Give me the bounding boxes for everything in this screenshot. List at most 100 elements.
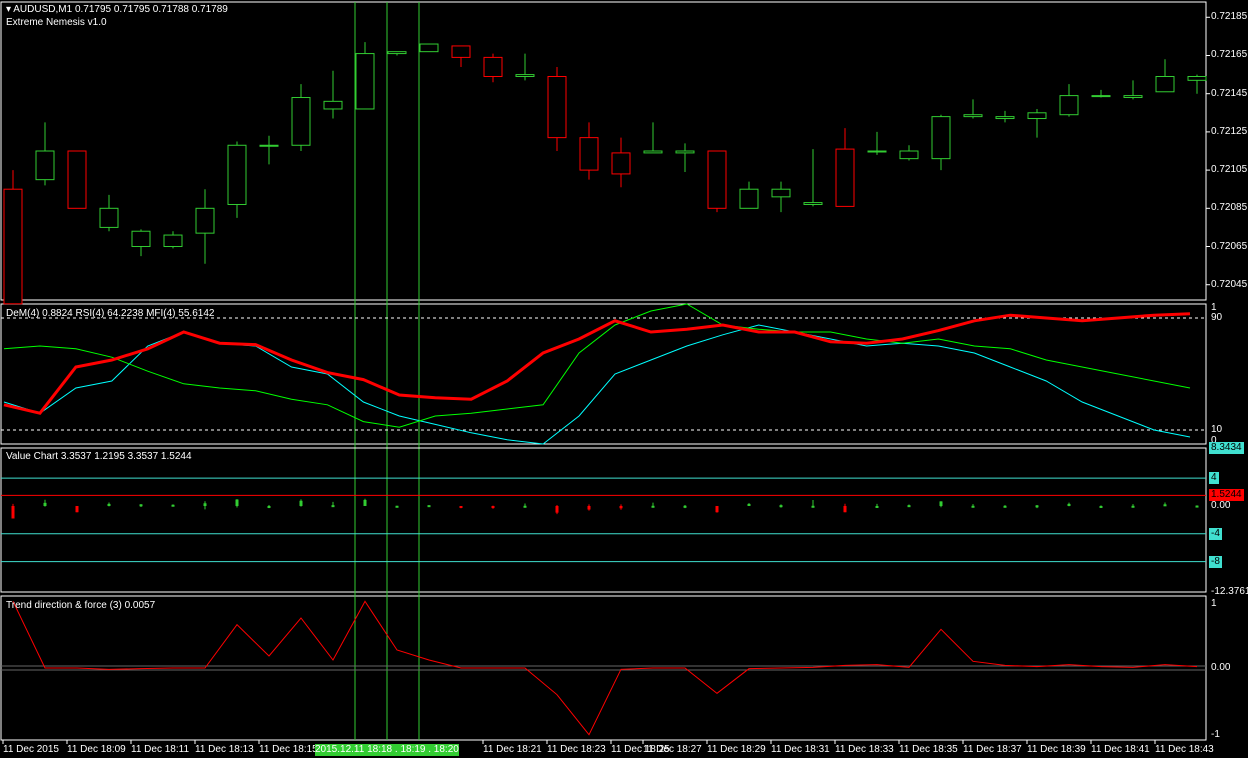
price-tick-label: 0.72065 (1211, 240, 1248, 252)
candle-body (1027, 112, 1047, 120)
candle-body (3, 188, 23, 305)
symbol-title: ▾ AUDUSD,M1 0.71795 0.71795 0.71788 0.71… (6, 4, 228, 16)
candle-body (1123, 95, 1143, 99)
vc-body (427, 505, 431, 508)
candle-body (99, 207, 119, 228)
candle-body (387, 51, 407, 55)
trend-tick-label: 0.00 (1211, 662, 1231, 673)
vc-body (843, 505, 847, 513)
time-label: 11 Dec 18:43 (1155, 744, 1214, 755)
vc-body (587, 505, 591, 510)
price-tick-label: 0.72105 (1211, 164, 1248, 176)
candle-body (1091, 95, 1111, 98)
vc-body (1067, 503, 1071, 506)
price-tick-label: 0.72045 (1211, 278, 1248, 290)
candle-body (547, 76, 567, 139)
candle-body (739, 188, 759, 209)
vc-tick-badge: 4 (1209, 472, 1219, 485)
candle-body (963, 114, 983, 118)
vc-body (907, 505, 911, 508)
time-label: 11 Dec 18:09 (67, 744, 126, 755)
price-tick-label: 0.72125 (1211, 125, 1248, 137)
vc-tick-label: -12.3761 (1211, 586, 1248, 597)
vc-body (939, 501, 943, 506)
candle-body (419, 43, 439, 53)
vc-body (651, 505, 655, 508)
candle-body (867, 150, 887, 153)
time-label: 11 Dec 18:39 (1027, 744, 1086, 755)
vc-body (203, 503, 207, 506)
vc-body (1163, 504, 1167, 507)
vc-body (747, 503, 751, 506)
dem-line (3, 312, 1191, 415)
candle-body (323, 100, 343, 110)
candle-body (643, 150, 663, 154)
dropdown-arrow-icon[interactable]: ▾ (6, 4, 11, 15)
candle-body (1155, 76, 1175, 93)
time-label: 11 Dec 18:13 (195, 744, 254, 755)
candle-body (899, 150, 919, 160)
time-label: 11 Dec 18:31 (771, 744, 830, 755)
vc-body (11, 505, 15, 519)
candle-body (515, 74, 535, 78)
candle-body (1059, 95, 1079, 116)
chart-canvas[interactable] (0, 0, 1248, 758)
oscillator-title: DeM(4) 0.8824 RSI(4) 64.2238 MFI(4) 55.6… (6, 308, 215, 319)
time-cursor-label: 2015.12.11 18:18 . 18:19 . 18:20 (315, 744, 459, 756)
candle-body (227, 144, 247, 205)
vc-body (299, 500, 303, 506)
candle-body (483, 56, 503, 77)
trend-title: Trend direction & force (3) 0.0057 (6, 600, 156, 611)
price-panel (0, 1, 1207, 301)
trend-line (12, 600, 1198, 736)
candle-body (771, 188, 791, 198)
candle-body (835, 148, 855, 207)
candle-body (803, 202, 823, 205)
vc-body (491, 505, 495, 509)
vc-body (523, 505, 527, 508)
candle-body (67, 150, 87, 209)
candle-body (995, 116, 1015, 120)
vc-body (779, 505, 783, 508)
candle-body (163, 234, 183, 248)
candle-body (195, 207, 215, 234)
candle-body (131, 230, 151, 248)
vc-body (619, 505, 623, 509)
vc-body (875, 505, 879, 508)
vc-body (171, 504, 175, 507)
candle-body (675, 150, 695, 154)
candle-body (611, 152, 631, 175)
vc-body (811, 505, 815, 508)
vc-tick-badge: 8.3434 (1209, 442, 1244, 454)
vc-body (555, 505, 559, 513)
rsi-line (3, 303, 1191, 428)
vc-body (395, 505, 399, 508)
osc-tick-label: 10 (1211, 424, 1223, 435)
time-label: 11 Dec 18:41 (1091, 744, 1150, 755)
candle-body (579, 137, 599, 171)
vc-body (235, 499, 239, 506)
trend-tick-label: 1 (1211, 598, 1217, 609)
vc-body (43, 502, 47, 506)
time-label: 11 Dec 2015 (3, 744, 59, 755)
time-label: 11 Dec 18:21 (483, 744, 542, 755)
indicator-name: Extreme Nemesis v1.0 (6, 17, 107, 28)
vc-body (1035, 505, 1039, 508)
candle-body (451, 45, 471, 58)
candle-body (259, 144, 279, 147)
vc-tick-badge: -4 (1209, 527, 1222, 540)
candle-body (931, 116, 951, 160)
vc-body (139, 504, 143, 507)
vc-body (971, 505, 975, 508)
time-label: 11 Dec 18:27 (643, 744, 702, 755)
vc-body (1099, 505, 1103, 508)
osc-tick-label: 90 (1211, 312, 1223, 323)
vc-tick-label: 0.00 (1211, 499, 1231, 511)
vc-body (107, 503, 111, 506)
symbol-title-text: AUDUSD,M1 0.71795 0.71795 0.71788 0.7178… (13, 4, 228, 15)
vc-body (459, 505, 463, 508)
time-label: 11 Dec 18:15 (259, 744, 318, 755)
vc-body (1131, 505, 1135, 508)
time-label: 11 Dec 18:37 (963, 744, 1022, 755)
vc-tick-badge: -8 (1209, 555, 1222, 568)
